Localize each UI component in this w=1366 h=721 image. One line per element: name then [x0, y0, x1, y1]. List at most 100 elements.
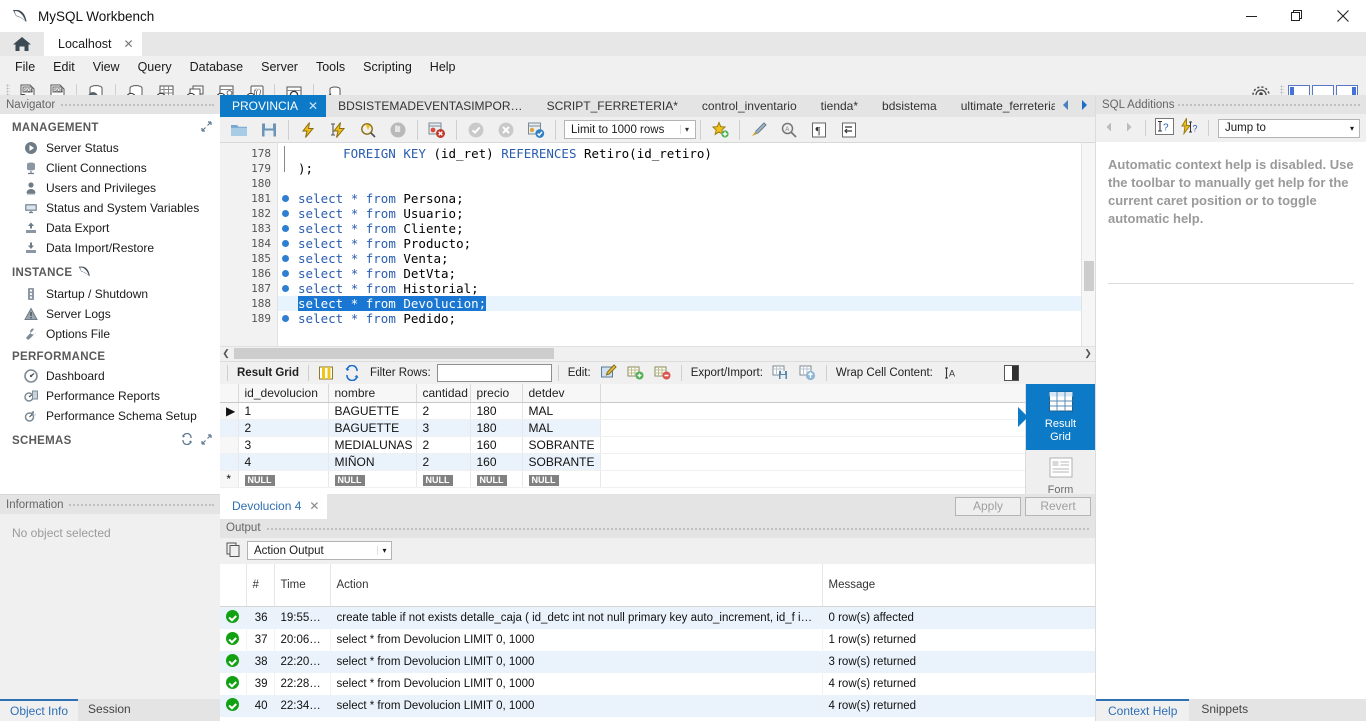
row-marker[interactable]: ▶	[220, 402, 239, 420]
editor-vertical-scrollbar[interactable]	[1081, 143, 1095, 346]
menu-view[interactable]: View	[84, 58, 129, 76]
close-icon[interactable]: ✕	[309, 499, 319, 513]
sidebar-item-users-and-privileges[interactable]: Users and Privileges	[0, 178, 220, 198]
insert-row-icon[interactable]	[624, 363, 648, 383]
cell-id-devolucion[interactable]: 3	[238, 436, 329, 454]
tab-snippets[interactable]: Snippets	[1189, 699, 1260, 721]
output-row[interactable]: 40 22:34:57 select * from Devolucion LIM…	[220, 694, 1095, 717]
table-row[interactable]: 2 BAGUETTE 3 180 MAL	[220, 419, 1025, 437]
sidebar-item-server-status[interactable]: Server Status	[0, 138, 220, 158]
toggle-invisible-chars-icon[interactable]: ¶	[804, 116, 834, 144]
cell-detdev[interactable]: MAL	[522, 419, 601, 437]
tab-control-inventario[interactable]: control_inventario	[690, 95, 809, 117]
cell-detdev[interactable]: SOBRANTE	[522, 453, 601, 471]
output-row[interactable]: 37 20:06:54 select * from Devolucion LIM…	[220, 628, 1095, 651]
export-recordset-icon[interactable]	[769, 363, 793, 383]
editor-horizontal-scrollbar[interactable]: ❮ ❯	[220, 345, 1095, 361]
execute-current-statement-icon[interactable]	[323, 116, 353, 144]
table-row[interactable]: ▶ 1 BAGUETTE 2 180 MAL	[220, 402, 1025, 420]
cell-precio[interactable]: 180	[470, 419, 523, 437]
menu-scripting[interactable]: Scripting	[354, 58, 421, 76]
cell-id-devolucion[interactable]: 1	[238, 402, 329, 420]
revert-button[interactable]: Revert	[1025, 496, 1091, 516]
refresh-icon[interactable]	[181, 432, 193, 448]
sidebar-item-status-and-system-variables[interactable]: Status and System Variables	[0, 198, 220, 218]
arrow-left-icon[interactable]	[1102, 120, 1116, 137]
table-row-new[interactable]: * NULL NULL NULL NULL NULL	[220, 470, 1025, 488]
cell-precio-null[interactable]: NULL	[470, 470, 523, 488]
cell-precio[interactable]: 160	[470, 453, 523, 471]
cell-nombre-null[interactable]: NULL	[328, 470, 417, 488]
result-grid-table[interactable]: id_devolucion nombre cantidad precio det…	[220, 383, 1025, 494]
scrollbar-thumb[interactable]	[1084, 261, 1094, 291]
menu-server[interactable]: Server	[252, 58, 307, 76]
arrow-right-icon[interactable]	[1122, 120, 1136, 137]
cell-nombre[interactable]: BAGUETTE	[328, 419, 417, 437]
clear-query-icon[interactable]	[744, 116, 774, 144]
sidebar-item-startup-shutdown[interactable]: Startup / Shutdown	[0, 284, 220, 304]
rollback-icon[interactable]	[491, 116, 521, 144]
close-icon[interactable]: ✕	[308, 99, 318, 113]
table-row[interactable]: 4 MIÑON 2 160 SOBRANTE	[220, 453, 1025, 471]
chevron-down-icon[interactable]: ▾	[680, 125, 693, 134]
commit-icon[interactable]	[461, 116, 491, 144]
copy-icon[interactable]	[226, 542, 241, 560]
tab-script-ferreteria[interactable]: SCRIPT_FERRETERIA*	[535, 95, 690, 117]
cell-cantidad-null[interactable]: NULL	[416, 470, 471, 488]
navigator-tree[interactable]: MANAGEMENT Server Status Client Connecti…	[0, 114, 220, 494]
save-file-icon[interactable]	[254, 116, 284, 144]
execute-statement-icon[interactable]	[293, 116, 323, 144]
cell-cantidad[interactable]: 2	[416, 453, 471, 471]
column-header-precio[interactable]: precio	[470, 383, 523, 403]
tab-session[interactable]: Session	[78, 699, 141, 721]
autocommit-icon[interactable]	[521, 116, 551, 144]
output-row[interactable]: 38 22:20:41 select * from Devolucion LIM…	[220, 650, 1095, 673]
expand-icon[interactable]	[201, 121, 212, 135]
maximize-button[interactable]	[1274, 0, 1320, 32]
delete-row-icon[interactable]	[651, 363, 675, 383]
apply-button[interactable]: Apply	[955, 496, 1021, 516]
open-file-icon[interactable]	[224, 116, 254, 144]
output-mode-select[interactable]: Action Output ▾	[247, 541, 392, 560]
result-grid[interactable]: id_devolucion nombre cantidad precio det…	[220, 383, 1095, 531]
cell-nombre[interactable]: BAGUETTE	[328, 402, 417, 420]
menu-file[interactable]: File	[6, 58, 44, 76]
edit-cell-icon[interactable]	[597, 363, 621, 383]
cell-nombre[interactable]: MEDIALUNAS	[328, 436, 417, 454]
result-grid-button[interactable]: Result Grid	[1018, 383, 1095, 450]
tab-context-help[interactable]: Context Help	[1096, 699, 1190, 721]
row-marker[interactable]	[220, 419, 239, 437]
tab-bdsistema[interactable]: bdsistema	[870, 95, 949, 117]
home-icon[interactable]	[0, 32, 44, 56]
sidebar-item-client-connections[interactable]: Client Connections	[0, 158, 220, 178]
toggle-stop-on-error-icon[interactable]	[422, 116, 452, 144]
toggle-panel-icon[interactable]	[1004, 364, 1019, 384]
chevron-down-icon[interactable]: ▾	[1345, 124, 1359, 133]
cell-detdev[interactable]: SOBRANTE	[522, 436, 601, 454]
close-icon[interactable]: ✕	[124, 37, 134, 51]
column-header-nombre[interactable]: nombre	[328, 383, 417, 403]
menu-help[interactable]: Help	[421, 58, 465, 76]
grid-columns-icon[interactable]	[315, 363, 337, 383]
scroll-left-icon[interactable]: ❮	[220, 348, 232, 359]
menu-edit[interactable]: Edit	[44, 58, 84, 76]
jump-to-select[interactable]: Jump to ▾	[1218, 118, 1360, 138]
cell-detdev-null[interactable]: NULL	[522, 470, 601, 488]
menu-database[interactable]: Database	[181, 58, 253, 76]
output-row[interactable]: 39 22:28:33 select * from Devolucion LIM…	[220, 672, 1095, 695]
table-row[interactable]: 3 MEDIALUNAS 2 160 SOBRANTE	[220, 436, 1025, 454]
tab-provincia[interactable]: PROVINCIA ✕	[220, 95, 327, 117]
menu-tools[interactable]: Tools	[307, 58, 354, 76]
close-button[interactable]	[1320, 0, 1366, 32]
beautify-query-icon[interactable]	[705, 116, 735, 144]
cell-cantidad[interactable]: 2	[416, 402, 471, 420]
sidebar-item-options-file[interactable]: Options File	[0, 324, 220, 344]
cell-cantidad[interactable]: 3	[416, 419, 471, 437]
column-header-detdev[interactable]: detdev	[522, 383, 601, 403]
find-icon[interactable]: A	[774, 116, 804, 144]
connection-tab-localhost[interactable]: Localhost ✕	[44, 32, 142, 56]
explain-query-icon[interactable]	[353, 116, 383, 144]
sidebar-item-performance-reports[interactable]: Performance Reports	[0, 386, 220, 406]
arrow-left-icon[interactable]	[1059, 98, 1073, 115]
toggle-word-wrap-icon[interactable]	[834, 116, 864, 144]
